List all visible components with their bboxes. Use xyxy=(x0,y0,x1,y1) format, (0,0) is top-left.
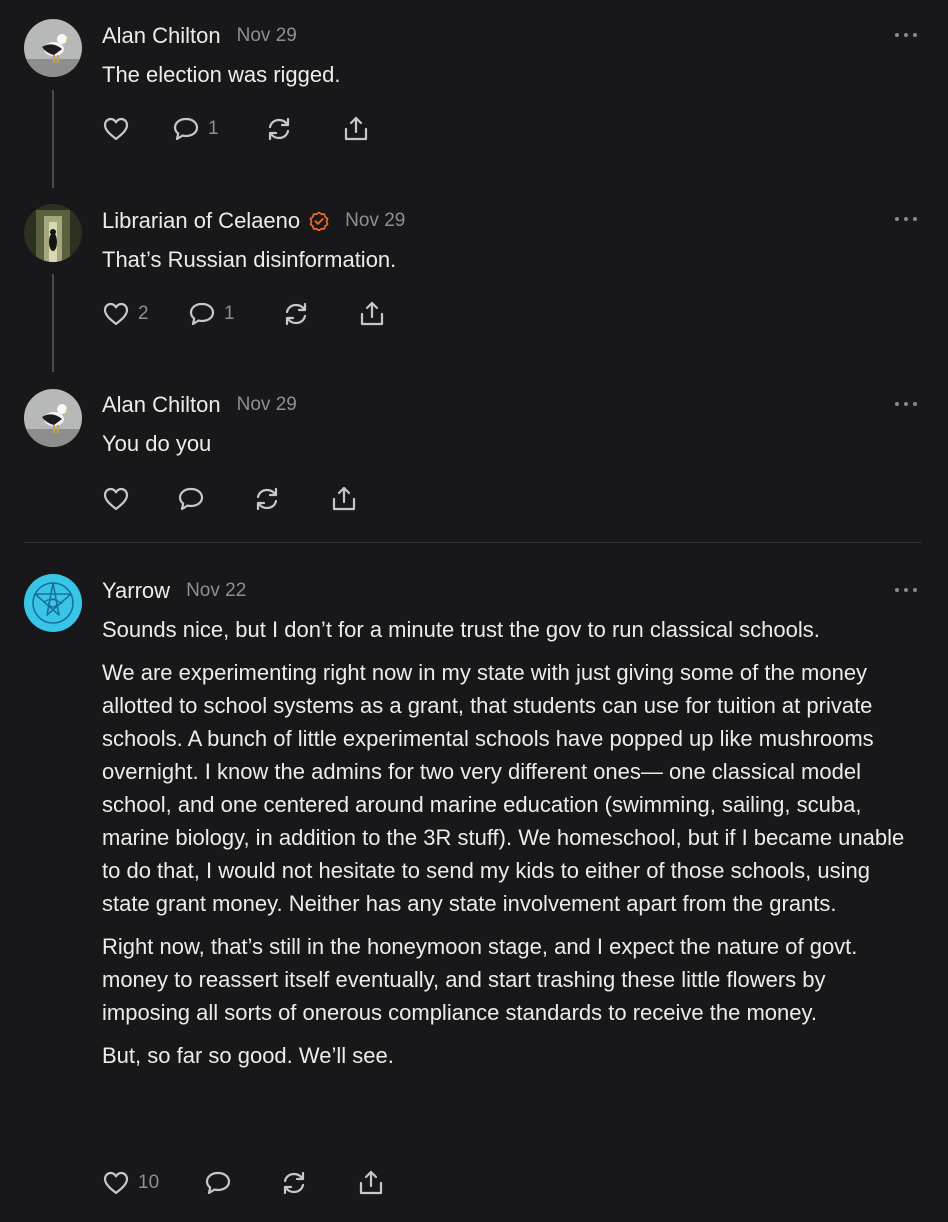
heart-icon xyxy=(103,302,129,326)
refresh-arrows-icon xyxy=(283,1171,305,1195)
share-button[interactable] xyxy=(342,114,370,144)
avatar[interactable] xyxy=(24,19,82,77)
share-button[interactable] xyxy=(358,299,386,329)
more-options-button[interactable] xyxy=(895,585,917,595)
restack-button[interactable] xyxy=(280,1168,308,1198)
speech-bubble-icon xyxy=(173,117,199,141)
seagull-avatar-image xyxy=(24,389,82,447)
share-upload-icon xyxy=(332,486,356,511)
refresh-arrows-icon xyxy=(285,302,307,326)
heart-icon xyxy=(103,1171,129,1195)
comment-header: Alan Chilton Nov 29 xyxy=(102,390,297,420)
comment-header: Alan Chilton Nov 29 xyxy=(102,21,297,51)
like-button[interactable] xyxy=(102,114,130,144)
comment-date[interactable]: Nov 29 xyxy=(237,25,297,47)
refresh-arrows-icon xyxy=(256,487,278,511)
thread-line xyxy=(52,90,54,188)
avatar[interactable] xyxy=(24,574,82,632)
avatar[interactable] xyxy=(24,204,82,262)
author-name[interactable]: Librarian of Celaeno xyxy=(102,208,300,234)
like-button[interactable]: 2 xyxy=(102,299,149,329)
comment-body: Sounds nice, but I don’t for a minute tr… xyxy=(102,613,912,1072)
author-name[interactable]: Alan Chilton xyxy=(102,392,221,418)
comment-header: Yarrow Nov 22 xyxy=(102,576,246,606)
avatar[interactable] xyxy=(24,389,82,447)
comment-body: You do you xyxy=(102,427,912,460)
speech-bubble-icon xyxy=(189,302,215,326)
share-button[interactable] xyxy=(357,1168,385,1198)
thread-line xyxy=(52,274,54,372)
comment-date[interactable]: Nov 29 xyxy=(345,210,405,232)
heart-icon xyxy=(103,487,129,511)
reply-count: 1 xyxy=(208,118,219,139)
like-count: 2 xyxy=(138,303,149,324)
reply-button[interactable] xyxy=(204,1168,232,1198)
restack-button[interactable] xyxy=(265,114,293,144)
comment-header: Librarian of Celaeno Nov 29 xyxy=(102,206,405,236)
speech-bubble-icon xyxy=(178,487,204,511)
speech-bubble-icon xyxy=(205,1171,231,1195)
comment-paragraph: But, so far so good. We’ll see. xyxy=(102,1043,394,1068)
more-options-button[interactable] xyxy=(895,30,917,40)
comment-paragraph: Right now, that’s still in the honeymoon… xyxy=(102,934,858,1025)
share-upload-icon xyxy=(360,301,384,326)
share-upload-icon xyxy=(344,116,368,141)
comment-paragraph: That’s Russian disinformation. xyxy=(102,247,397,272)
reply-button[interactable]: 1 xyxy=(172,114,219,144)
comment-paragraph: Sounds nice, but I don’t for a minute tr… xyxy=(102,617,820,642)
more-dots-icon xyxy=(895,588,899,592)
like-count: 10 xyxy=(138,1172,160,1193)
comment-paragraph: You do you xyxy=(102,431,212,456)
dark-hallway-avatar-image xyxy=(24,204,82,262)
like-button[interactable] xyxy=(102,484,130,514)
comment-body: That’s Russian disinformation. xyxy=(102,243,912,276)
comment-date[interactable]: Nov 22 xyxy=(186,580,246,602)
more-dots-icon xyxy=(895,402,899,406)
comment-paragraph: We are experimenting right now in my sta… xyxy=(102,660,905,916)
verified-check-icon xyxy=(309,211,329,231)
seagull-avatar-image xyxy=(24,19,82,77)
share-upload-icon xyxy=(359,1170,383,1195)
blue-sigil-avatar-image xyxy=(24,574,82,632)
restack-button[interactable] xyxy=(253,484,281,514)
verified-badge xyxy=(309,211,329,231)
reply-count: 1 xyxy=(224,303,235,324)
comment-paragraph: The election was rigged. xyxy=(102,62,341,87)
more-dots-icon xyxy=(895,33,899,37)
more-dots-icon xyxy=(895,217,899,221)
heart-icon xyxy=(103,117,129,141)
comment-date[interactable]: Nov 29 xyxy=(237,394,297,416)
like-button[interactable]: 10 xyxy=(102,1168,159,1198)
share-button[interactable] xyxy=(330,484,358,514)
author-name[interactable]: Yarrow xyxy=(102,578,170,604)
comment-body: The election was rigged. xyxy=(102,58,912,91)
reply-button[interactable]: 1 xyxy=(188,299,235,329)
refresh-arrows-icon xyxy=(268,117,290,141)
reply-button[interactable] xyxy=(177,484,205,514)
author-name[interactable]: Alan Chilton xyxy=(102,23,221,49)
restack-button[interactable] xyxy=(282,299,310,329)
more-options-button[interactable] xyxy=(895,399,917,409)
more-options-button[interactable] xyxy=(895,214,917,224)
thread-divider xyxy=(24,542,922,543)
